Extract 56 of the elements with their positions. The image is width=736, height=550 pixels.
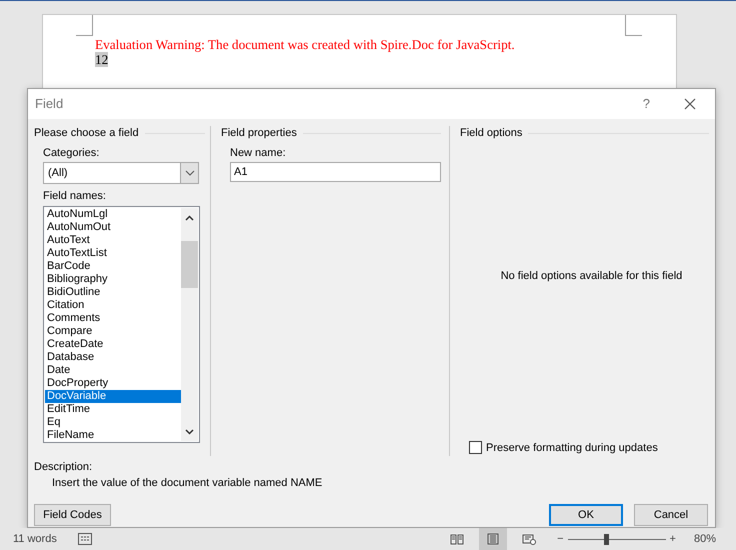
list-item[interactable]: BidiOutline [45,286,181,299]
list-item[interactable]: Database [45,351,181,364]
dialog-title: Field [35,95,64,114]
margin-corner-icon [625,15,642,36]
list-item[interactable]: Citation [45,299,181,312]
word-count[interactable]: 11 words [13,530,57,548]
list-item[interactable]: Comments [45,312,181,325]
list-item[interactable]: DocProperty [45,377,181,390]
zoom-level[interactable]: 80% [694,530,716,548]
list-item[interactable]: DocVariable [45,390,181,403]
web-layout-icon[interactable] [522,533,536,545]
chevron-down-icon [184,170,194,176]
list-item[interactable]: BarCode [45,260,181,273]
empty-message: No field options available for this field [500,269,684,284]
list-item[interactable]: Date [45,364,181,377]
description-text: Insert the value of the document variable named NAME [52,477,324,490]
scrollbar-thumb[interactable] [181,241,198,288]
section-heading: Field options [460,126,522,141]
list-item[interactable]: AutoTextList [45,247,181,260]
field-label: Field names: [43,190,107,203]
categories-dropdown[interactable]: (All) [43,162,199,184]
field-codes-button[interactable]: Field Codes [34,504,111,526]
proofing-icon[interactable] [78,533,92,545]
close-icon[interactable] [684,98,696,110]
help-button[interactable]: ? [642,94,650,114]
field-result: 12 [95,52,108,67]
margin-corner-icon [76,15,93,36]
list-item[interactable]: EditTime [45,403,181,416]
section-heading: Field properties [221,126,297,141]
warning-text: Evaluation Warning: The document was created with Spire.Doc for JavaScript. [95,37,516,52]
list-item[interactable]: FileName [45,429,181,442]
name-input[interactable]: A1 [230,162,441,182]
zoom-out-button[interactable]: − [557,530,564,548]
read-mode-icon[interactable] [450,533,464,545]
dialog-button[interactable]: OK [549,504,623,526]
list-item[interactable]: CreateDate [45,338,181,351]
list-item[interactable]: AutoNumOut [45,221,181,234]
list-item[interactable]: Bibliography [45,273,181,286]
list-item[interactable]: AutoNumLgl [45,208,181,221]
list-item[interactable]: AutoText [45,234,181,247]
zoom-in-button[interactable]: + [670,530,676,548]
scroll-up-icon[interactable] [185,215,194,221]
print-layout-icon[interactable] [486,533,500,545]
scrollbar[interactable] [181,208,198,441]
view-button[interactable] [479,528,508,550]
list-item[interactable]: Compare [45,325,181,338]
scroll-down-icon[interactable] [185,429,194,435]
checkbox-label[interactable]: Preserve formatting during updates [486,440,658,456]
zoom-thumb[interactable] [604,534,609,544]
description-label: Description: [34,461,94,474]
field-label: Categories: [43,147,100,160]
field-label: New name: [230,147,287,160]
section-heading: Please choose a field [34,126,139,141]
checkbox[interactable] [469,441,482,454]
dialog-button[interactable]: Cancel [634,504,708,526]
list-item[interactable]: Eq [45,416,181,429]
